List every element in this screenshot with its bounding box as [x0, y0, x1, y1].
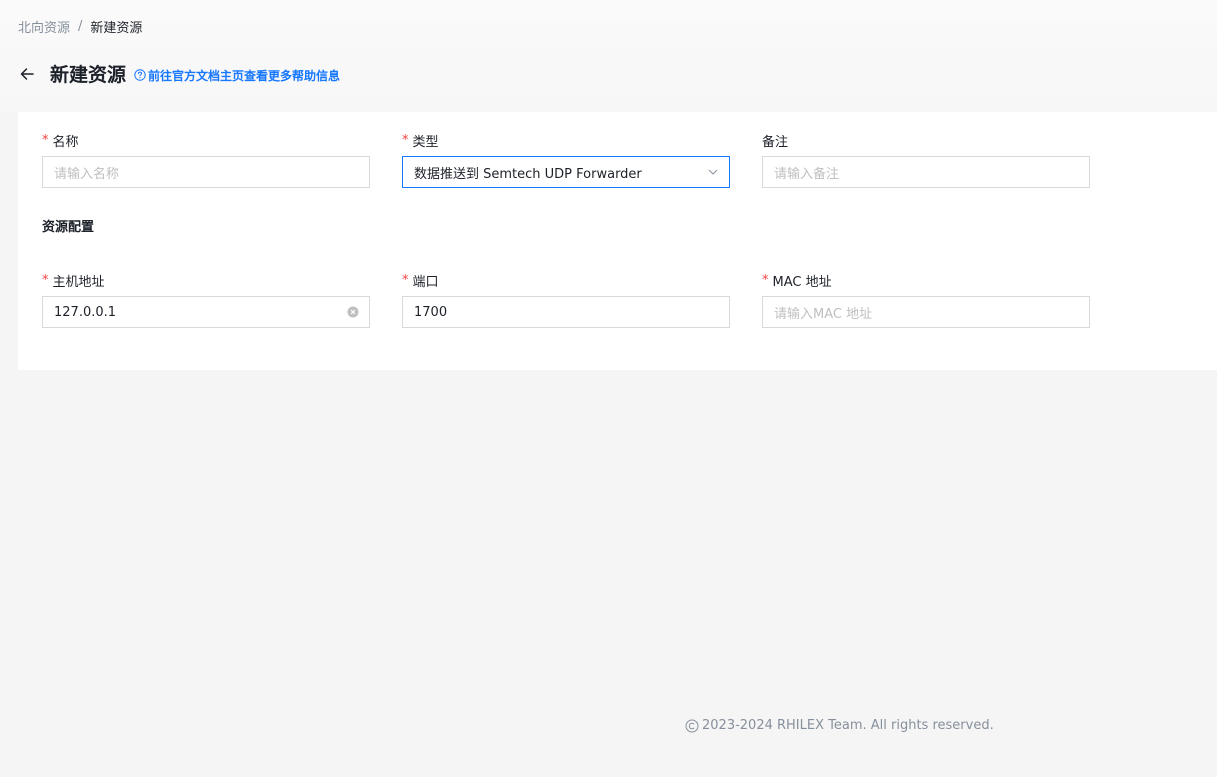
- required-mark: *: [42, 272, 49, 288]
- footer-text: 2023-2024 RHILEX Team. All rights reserv…: [702, 718, 994, 733]
- chevron-down-icon: [707, 166, 719, 182]
- type-label-text: 类型: [412, 134, 439, 150]
- port-label-text: 端口: [412, 274, 439, 290]
- port-input[interactable]: 1700: [402, 296, 730, 328]
- name-label: * 名称: [42, 130, 370, 150]
- question-circle-icon: [134, 69, 146, 81]
- breadcrumb: 北向资源 / 新建资源: [18, 17, 142, 36]
- help-doc-link[interactable]: 前往官方文档主页查看更多帮助信息: [134, 67, 340, 84]
- type-label: * 类型: [402, 130, 730, 150]
- required-mark: *: [42, 132, 49, 148]
- remark-label-text: 备注: [762, 134, 789, 150]
- form-card: * 名称 请输入名称 * 类型 数据推送到 Semtech UDP Forwar…: [18, 112, 1217, 370]
- type-select[interactable]: 数据推送到 Semtech UDP Forwarder: [402, 156, 730, 188]
- host-input[interactable]: 127.0.0.1: [42, 296, 370, 328]
- footer: 2023-2024 RHILEX Team. All rights reserv…: [685, 718, 994, 733]
- name-input[interactable]: 请输入名称: [42, 156, 370, 188]
- mac-label-text: MAC 地址: [772, 274, 832, 290]
- required-mark: *: [402, 132, 409, 148]
- arrow-left-icon: [20, 67, 34, 80]
- copyright-icon: [685, 719, 699, 732]
- help-link-text: 前往官方文档主页查看更多帮助信息: [148, 68, 341, 83]
- breadcrumb-item-current: 新建资源: [90, 21, 143, 36]
- host-field: * 主机地址 127.0.0.1: [42, 270, 370, 328]
- port-field: * 端口 1700: [402, 270, 730, 328]
- title-row: 新建资源 前往官方文档主页查看更多帮助信息: [18, 60, 340, 87]
- name-input-placeholder: 请输入名称: [54, 166, 120, 182]
- remark-input-placeholder: 请输入备注: [774, 166, 840, 182]
- type-select-value: 数据推送到 Semtech UDP Forwarder: [414, 166, 642, 182]
- port-input-value: 1700: [414, 304, 448, 320]
- breadcrumb-separator: /: [78, 19, 83, 34]
- back-button[interactable]: [18, 65, 36, 83]
- mac-label: * MAC 地址: [762, 270, 1090, 290]
- page-title: 新建资源: [50, 64, 127, 86]
- remark-label: 备注: [762, 130, 1090, 150]
- host-label: * 主机地址: [42, 270, 370, 290]
- mac-field: * MAC 地址 请输入MAC 地址: [762, 270, 1090, 328]
- name-label-text: 名称: [52, 134, 79, 150]
- breadcrumb-item-northbound[interactable]: 北向资源: [18, 17, 70, 36]
- host-input-value: 127.0.0.1: [54, 304, 117, 320]
- port-label: * 端口: [402, 270, 730, 290]
- name-field: * 名称 请输入名称: [42, 130, 370, 188]
- remark-field: 备注 请输入备注: [762, 130, 1090, 188]
- host-label-text: 主机地址: [52, 274, 105, 290]
- section-title-resource-config: 资源配置: [42, 220, 95, 235]
- clear-icon[interactable]: [347, 306, 359, 322]
- remark-input[interactable]: 请输入备注: [762, 156, 1090, 188]
- mac-input[interactable]: 请输入MAC 地址: [762, 296, 1090, 328]
- required-mark: *: [762, 272, 769, 288]
- type-field: * 类型 数据推送到 Semtech UDP Forwarder: [402, 130, 730, 188]
- required-mark: *: [402, 272, 409, 288]
- page-header: 北向资源 / 新建资源 新建资源 前往官方文档主页查看更多帮助信息: [0, 0, 1217, 112]
- mac-input-placeholder: 请输入MAC 地址: [774, 306, 873, 322]
